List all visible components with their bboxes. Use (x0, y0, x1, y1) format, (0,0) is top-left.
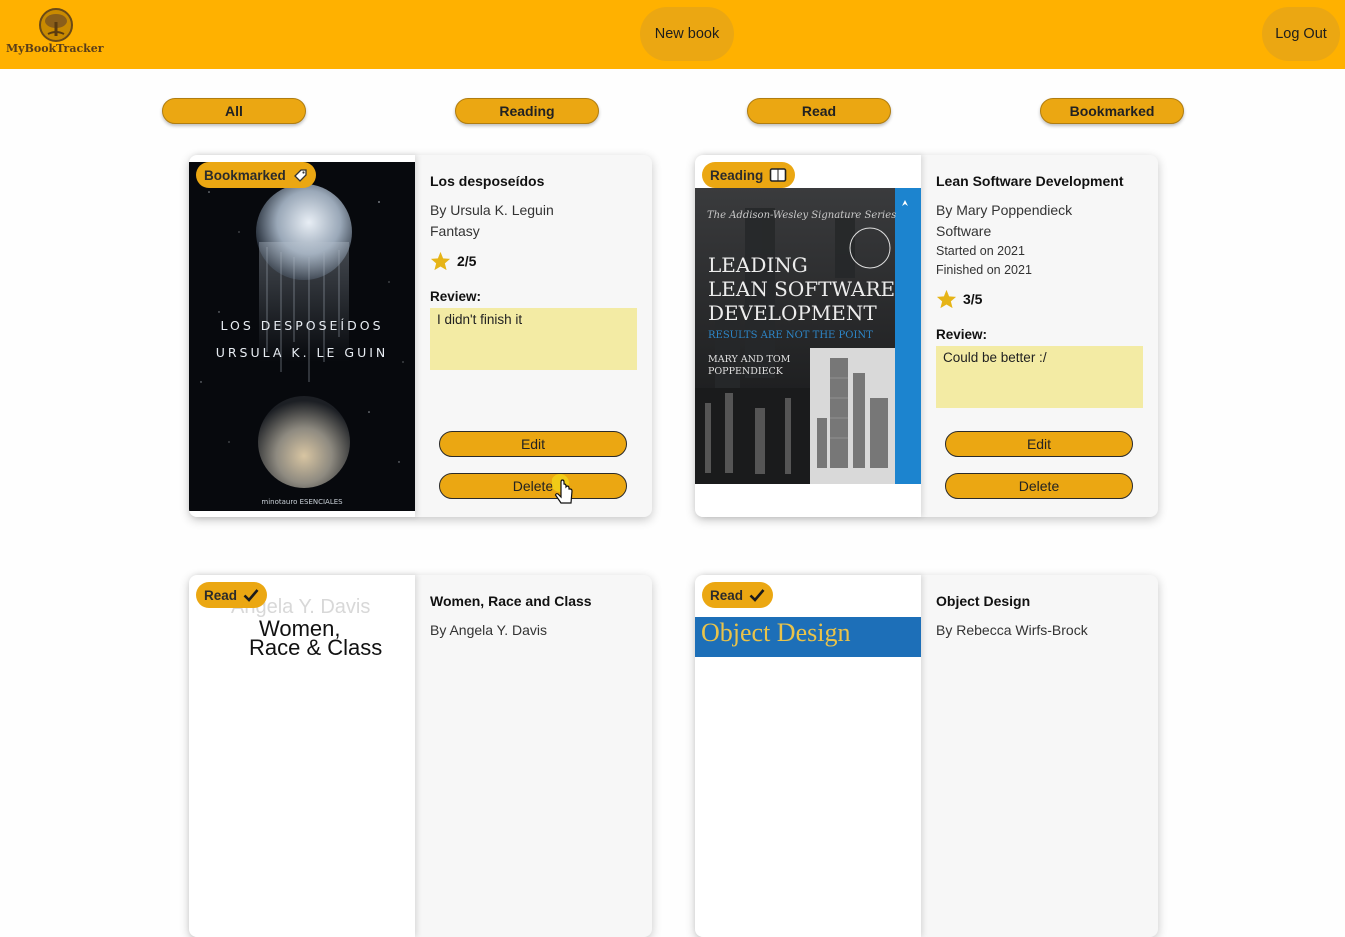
cover-publisher-text: minotauro ESENCIALES (261, 498, 343, 506)
cover-title-line1: LEADING (708, 253, 808, 277)
cover-series-text: The Addison-Wesley Signature Series (707, 210, 896, 221)
book-finished-date: Finished on 2021 (936, 263, 1032, 277)
book-cover: LOS DESPOSEÍDOS URSULA K. LE GUIN minota… (189, 155, 415, 517)
delete-button[interactable]: Delete (439, 473, 627, 499)
status-badge: Bookmarked (196, 162, 316, 188)
filter-all-button[interactable]: All (162, 98, 306, 124)
book-card: Object Design Read Object Design By Rebe… (695, 575, 1158, 937)
edit-button[interactable]: Edit (945, 431, 1133, 457)
book-author: By Mary Poppendieck (936, 202, 1073, 218)
book-title: Women, Race and Class (430, 593, 592, 609)
status-badge: Read (196, 582, 268, 608)
planet-cover-art: LOS DESPOSEÍDOS URSULA K. LE GUIN minota… (200, 181, 404, 506)
new-book-button[interactable]: New book (640, 7, 734, 61)
open-book-icon (769, 168, 787, 182)
book-card: LOS DESPOSEÍDOS URSULA K. LE GUIN minota… (189, 155, 652, 517)
cover-title-line3: DEVELOPMENT (708, 301, 877, 325)
cover-title-line2: LEAN SOFTWARE (708, 277, 895, 301)
cover-subtitle: RESULTS ARE NOT THE POINT (708, 330, 873, 341)
book-started-date: Started on 2021 (936, 244, 1025, 258)
logout-button[interactable]: Log Out (1262, 7, 1340, 61)
status-badge-label: Read (204, 587, 238, 603)
filter-reading-button[interactable]: Reading (455, 98, 599, 124)
checkmark-icon (243, 589, 259, 602)
rating-value: 3/5 (963, 291, 983, 307)
review-text: Could be better :/ (936, 346, 1143, 408)
top-navbar: MyBookTracker New book Log Out (0, 0, 1345, 69)
cover-authors-line2: POPPENDIECK (708, 366, 784, 377)
logo-text: MyBookTracker (6, 42, 104, 55)
lean-cover-art: The Addison-Wesley Signature Series LEAD… (695, 188, 921, 484)
cover-title-text: LOS DESPOSEÍDOS (220, 318, 383, 333)
cover-title-line2: Race & Class (249, 635, 382, 660)
book-genre: Fantasy (430, 223, 480, 239)
bookmark-tag-icon (293, 169, 307, 182)
status-badge-label: Bookmarked (204, 167, 286, 183)
checkmark-icon (749, 589, 765, 602)
book-title: Lean Software Development (936, 173, 1124, 189)
app-logo[interactable]: MyBookTracker (6, 8, 104, 60)
book-author: By Rebecca Wirfs-Brock (936, 622, 1088, 638)
book-cover: Object Design (695, 575, 921, 937)
edit-button[interactable]: Edit (439, 431, 627, 457)
book-rating: 3/5 (936, 289, 982, 309)
cover-authors-line1: MARY AND TOM (708, 354, 791, 365)
star-icon (430, 251, 451, 271)
status-badge-label: Reading (710, 167, 764, 183)
status-badge: Read (702, 582, 774, 608)
status-badge-label: Read (710, 587, 744, 603)
status-badge: Reading (702, 162, 796, 188)
review-label: Review: (430, 289, 482, 304)
book-cover: Angela Y. Davis Women, Race & Class (189, 575, 415, 937)
book-author: By Angela Y. Davis (430, 622, 548, 638)
book-title: Los desposeídos (430, 173, 545, 189)
book-author: By Ursula K. Leguin (430, 202, 554, 218)
cover-title-text: Object Design (701, 618, 850, 647)
book-card: Angela Y. Davis Women, Race & Class Read… (189, 575, 652, 937)
book-genre: Software (936, 223, 992, 239)
filter-read-button[interactable]: Read (747, 98, 891, 124)
star-icon (936, 289, 957, 309)
filter-bookmarked-button[interactable]: Bookmarked (1040, 98, 1184, 124)
book-rating: 2/5 (430, 251, 476, 271)
book-card: The Addison-Wesley Signature Series LEAD… (695, 155, 1158, 517)
cover-author-text: URSULA K. LE GUIN (216, 345, 389, 360)
book-cover: The Addison-Wesley Signature Series LEAD… (695, 155, 921, 517)
rating-value: 2/5 (457, 253, 477, 269)
review-text: I didn't finish it (430, 308, 637, 370)
delete-button[interactable]: Delete (945, 473, 1133, 499)
book-title: Object Design (936, 593, 1031, 609)
object-design-cover-art: Object Design (701, 618, 850, 647)
review-label: Review: (936, 327, 988, 342)
tree-logo-icon (39, 8, 73, 42)
hand-cursor-icon (552, 474, 573, 504)
